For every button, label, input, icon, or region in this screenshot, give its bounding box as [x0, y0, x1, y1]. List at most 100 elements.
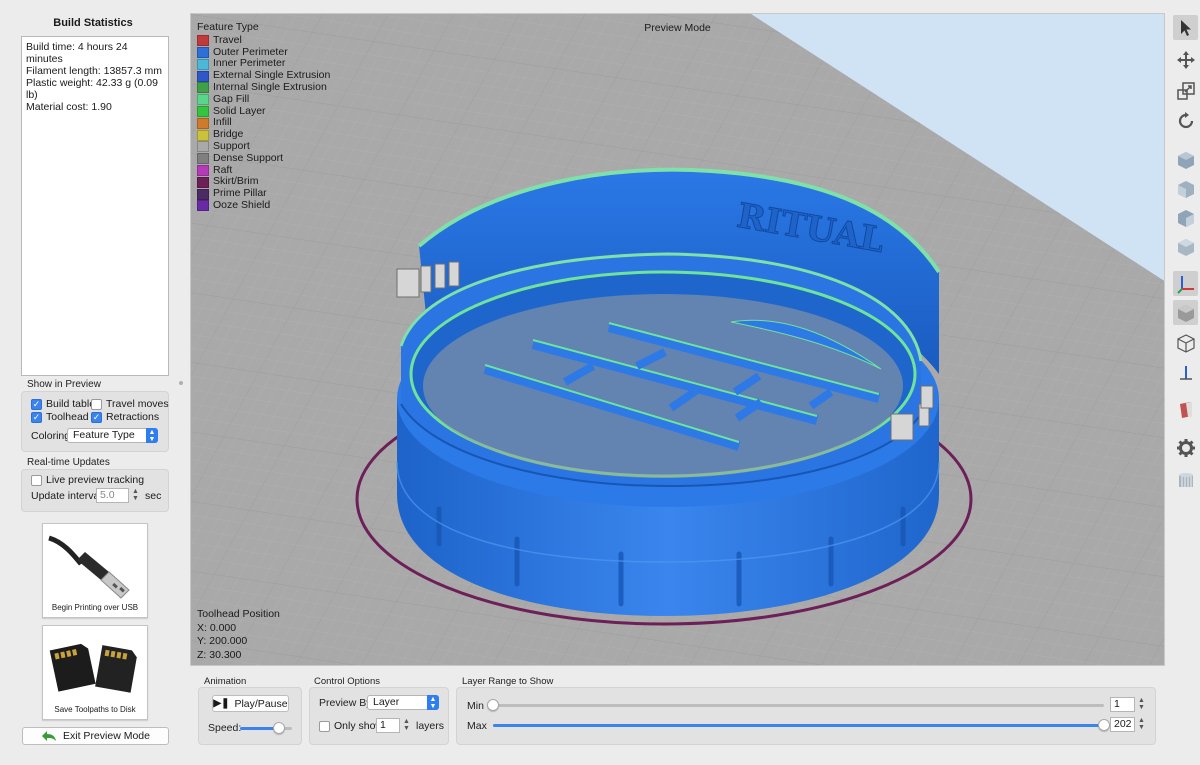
max-layer-slider-knob[interactable]: [1098, 719, 1110, 731]
legend-items: Travel Outer Perimeter Inner Perimeter Exte…: [197, 33, 330, 212]
play-pause-button[interactable]: ▶❚ Play/Pause: [212, 695, 289, 712]
legend-swatch: [197, 176, 209, 188]
legend-swatch: [197, 188, 209, 200]
build-statistics-title: Build Statistics: [53, 17, 133, 29]
stat-filament-length: Filament length: 13857.3 mm: [26, 65, 162, 77]
disk-caption: Save Toolpaths to Disk: [54, 705, 136, 714]
check-icon: ✓: [31, 411, 42, 423]
view-side-icon[interactable]: [1173, 234, 1198, 259]
legend-swatch: [197, 70, 209, 82]
preview-by-select[interactable]: Layer ▲ ▼: [367, 695, 439, 710]
begin-printing-usb-button[interactable]: Begin Printing over USB: [42, 523, 148, 618]
slice-view-icon[interactable]: [1173, 466, 1198, 491]
legend-label: Travel: [213, 33, 242, 46]
section-icon[interactable]: [1173, 397, 1198, 422]
coloring-select[interactable]: Feature Type ▲ ▼: [67, 428, 158, 443]
travel-moves-checkbox[interactable]: Travel moves: [91, 398, 169, 410]
save-toolpaths-button[interactable]: Save Toolpaths to Disk: [42, 625, 148, 720]
rotate-icon[interactable]: [1173, 108, 1198, 133]
only-show-layers-field[interactable]: 1: [376, 718, 400, 733]
toolhead-position: Toolhead Position X: 0.000 Y: 200.000 Z:…: [197, 608, 280, 662]
select-arrows-icon: ▲ ▼: [146, 428, 158, 443]
legend-swatch: [197, 35, 209, 47]
update-interval-field[interactable]: 5.0: [96, 488, 129, 503]
show-in-preview-label: Show in Preview: [27, 379, 101, 390]
max-label: Max: [467, 720, 487, 732]
build-table-checkbox[interactable]: ✓ Build table: [31, 398, 95, 410]
settings-gear-icon[interactable]: [1173, 435, 1198, 460]
legend-item: Dense Support: [197, 151, 330, 165]
splitter-handle[interactable]: [179, 381, 183, 385]
axes-icon[interactable]: [1173, 271, 1198, 296]
wireframe-cube-icon[interactable]: [1173, 330, 1198, 355]
min-layer-field[interactable]: 1: [1110, 697, 1135, 712]
view-back-icon[interactable]: [1173, 205, 1198, 230]
view-front-icon[interactable]: [1173, 176, 1198, 201]
usb-caption: Begin Printing over USB: [51, 603, 139, 612]
live-preview-checkbox[interactable]: Live preview tracking: [31, 474, 144, 486]
select-arrow-icon[interactable]: [1173, 15, 1198, 40]
legend-swatch: [197, 58, 209, 70]
play-pause-label: Play/Pause: [234, 697, 288, 710]
coloring-label: Coloring: [31, 430, 71, 442]
legend-label: Dense Support: [213, 151, 284, 164]
animation-label: Animation: [204, 676, 247, 687]
max-layer-field[interactable]: 202: [1110, 717, 1135, 732]
layers-stepper-icon[interactable]: ▲ ▼: [402, 718, 411, 733]
legend-swatch: [197, 46, 209, 58]
min-layer-slider-knob[interactable]: [487, 699, 499, 711]
usb-cable-icon: [48, 535, 130, 599]
axis-z-icon[interactable]: [1173, 360, 1198, 385]
speed-label: Speed:: [208, 722, 242, 734]
3d-preview-viewport[interactable]: RITUAL Preview Mode Feature Type Travel O…: [190, 13, 1165, 666]
legend-item: Ooze Shield: [197, 199, 330, 212]
preview-by-label: Preview By: [319, 697, 372, 709]
interval-unit: sec: [145, 490, 162, 502]
legend-title: Feature Type: [197, 21, 259, 33]
build-statistics-box: Build time: 4 hours 24 minutes Filament …: [21, 36, 169, 376]
legend-swatch: [197, 129, 209, 141]
layers-label: layers: [416, 720, 445, 732]
stat-material-cost: Material cost: 1.90: [26, 101, 112, 113]
interval-stepper-icon[interactable]: ▲ ▼: [131, 488, 140, 503]
min-layer-slider-track[interactable]: [493, 704, 1104, 707]
exit-preview-button[interactable]: Exit Preview Mode: [22, 727, 169, 745]
toolhead-checkbox[interactable]: ✓ Toolhead: [31, 411, 89, 423]
legend-swatch: [197, 94, 209, 106]
max-layer-slider-track[interactable]: [493, 724, 1104, 727]
toolhead-title: Toolhead Position: [197, 608, 280, 620]
layer-range-group: [456, 687, 1156, 745]
legend-label: Support: [213, 139, 250, 152]
view-iso-icon[interactable]: [1173, 147, 1198, 172]
legend-item: Travel: [197, 33, 330, 47]
solid-cube-icon[interactable]: [1173, 300, 1198, 325]
control-options-label: Control Options: [314, 676, 381, 687]
min-label: Min: [467, 700, 484, 712]
back-arrow-icon: [42, 731, 57, 741]
stat-plastic-weight: Plastic weight: 42.33 g (0.09 lb): [26, 77, 158, 101]
play-pause-icon: ▶❚: [213, 698, 230, 709]
feature-type-legend: Feature Type Travel Outer Perimeter Inner …: [197, 21, 330, 212]
unchecked-box: [91, 398, 102, 410]
retractions-checkbox[interactable]: ✓ Retractions: [91, 411, 159, 423]
coloring-value: Feature Type: [73, 429, 135, 441]
realtime-updates-label: Real-time Updates: [27, 457, 110, 468]
max-layer-slider-fill: [493, 724, 1104, 727]
scale-icon[interactable]: [1173, 78, 1198, 103]
max-stepper-icon[interactable]: ▲ ▼: [1137, 717, 1146, 732]
speed-slider-knob[interactable]: [273, 722, 285, 734]
move-icon[interactable]: [1173, 47, 1198, 72]
legend-swatch: [197, 141, 209, 153]
legend-label: Gap Fill: [213, 92, 250, 105]
unchecked-box: [31, 474, 42, 486]
unchecked-box: [319, 720, 330, 732]
legend-swatch: [197, 153, 209, 165]
legend-swatch: [197, 117, 209, 129]
build-table-label: Build table: [46, 398, 96, 410]
toolhead-z: Z: 30.300: [197, 648, 242, 661]
only-show-checkbox[interactable]: Only show: [319, 720, 383, 732]
retractions-label: Retractions: [106, 411, 160, 423]
layer-range-label: Layer Range to Show: [462, 676, 554, 687]
min-stepper-icon[interactable]: ▲ ▼: [1137, 697, 1146, 712]
sd-card-icon: [49, 643, 137, 693]
